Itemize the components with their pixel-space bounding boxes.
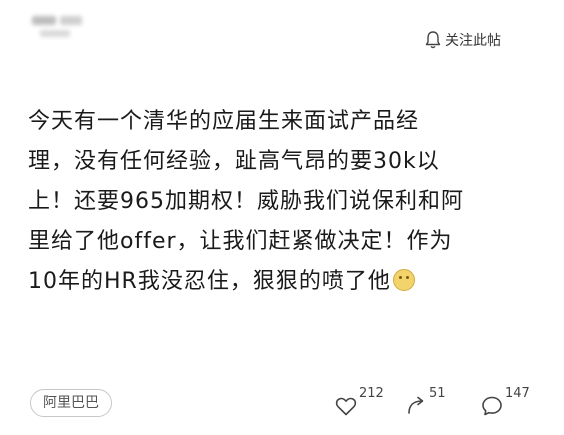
post-line: 上！还要965加期权！威胁我们说保利和阿 bbox=[28, 189, 464, 214]
repost-icon bbox=[408, 396, 424, 414]
post-line: 今天有一个清华的应届生来面试产品经 bbox=[28, 109, 420, 134]
heart-icon bbox=[335, 397, 357, 416]
follow-label: 关注此帖 bbox=[445, 33, 501, 49]
post-line: 理，没有任何经验，趾高气昂的要30k以 bbox=[28, 149, 440, 174]
follow-post-button[interactable]: 关注此帖 bbox=[424, 30, 501, 50]
comment-bubble-icon bbox=[482, 396, 502, 416]
repost-count: 51 bbox=[429, 386, 446, 401]
topic-tag[interactable]: 阿里巴巴 bbox=[30, 389, 112, 417]
like-count: 212 bbox=[359, 386, 384, 401]
blurred-author-name bbox=[30, 6, 88, 46]
post-line: 10年的HR我没忍住，狠狠的喷了他 bbox=[28, 269, 391, 294]
repost-button[interactable]: 51 bbox=[404, 386, 446, 418]
comment-count: 147 bbox=[505, 386, 530, 401]
emoji-icon bbox=[392, 269, 415, 291]
post-line-last: 10年的HR我没忍住，狠狠的喷了他 bbox=[28, 262, 528, 302]
comment-button[interactable]: 147 bbox=[480, 386, 530, 418]
bell-icon bbox=[425, 31, 441, 49]
post-content: 今天有一个清华的应届生来面试产品经 理，没有任何经验，趾高气昂的要30k以 上！… bbox=[28, 102, 528, 302]
like-button[interactable]: 212 bbox=[334, 386, 384, 418]
post-line: 里给了他offer，让我们赶紧做决定！作为 bbox=[28, 229, 453, 254]
